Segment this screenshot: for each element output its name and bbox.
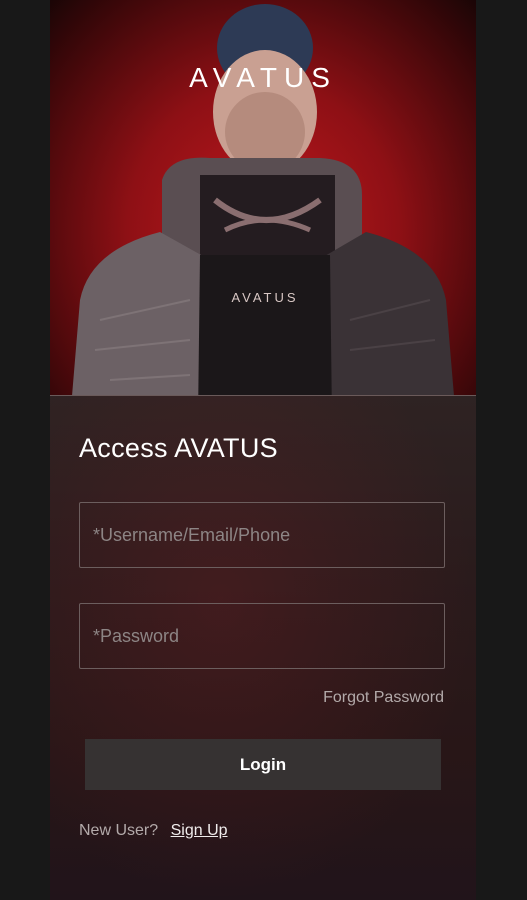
forgot-password-link[interactable]: Forgot Password: [323, 689, 444, 707]
password-input[interactable]: [80, 604, 444, 668]
new-user-label: New User?: [79, 822, 159, 839]
page-title: Access AVATUS: [79, 433, 278, 463]
login-card: Access AVATUS Forgot Password Login New …: [50, 395, 476, 900]
login-button[interactable]: Login: [85, 739, 441, 790]
password-field-wrapper: [79, 603, 445, 669]
username-field-wrapper: [79, 502, 445, 568]
app-logo: AVATUS: [189, 62, 337, 93]
jacket-logo-text: AVATUS: [231, 290, 299, 305]
hero-image: AVATUS AVATUS: [50, 0, 476, 420]
signup-link[interactable]: Sign Up: [171, 822, 228, 839]
signup-row: New User? Sign Up: [79, 822, 228, 840]
app-screen: AVATUS AVATUS Access AVATUS Forgot Passw…: [50, 0, 476, 900]
username-input[interactable]: [80, 503, 444, 567]
